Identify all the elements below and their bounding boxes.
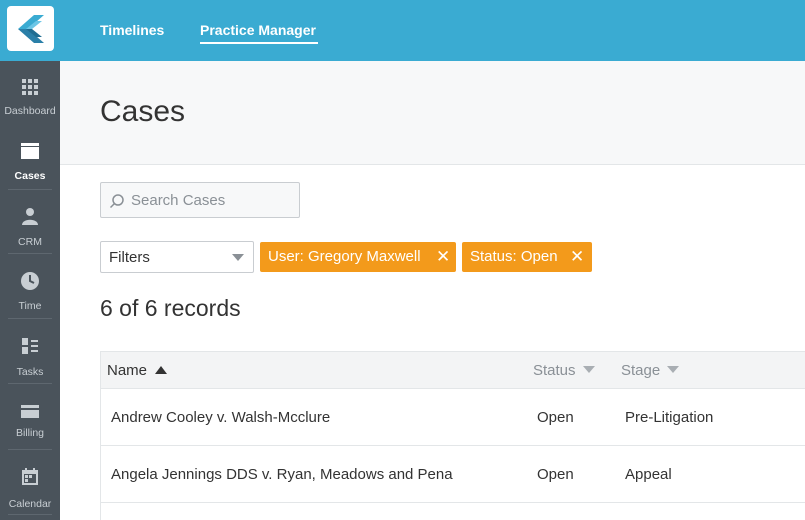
filter-chip-status: Status: Open ✕ [462, 242, 592, 272]
column-header-name[interactable]: Name [107, 362, 168, 379]
case-stage-cell: Appeal [625, 466, 672, 483]
search-input[interactable] [131, 190, 291, 210]
filter-chip-label: User: Gregory Maxwell [268, 248, 421, 265]
table-row[interactable]: Andrew Cooley v. Walsh-Mcclure Open Pre-… [101, 389, 805, 446]
billing-icon [21, 405, 39, 418]
case-stage-cell: Pre-Litigation [625, 409, 714, 426]
grid-icon [22, 79, 38, 95]
tab-practice-manager[interactable]: Practice Manager [200, 22, 316, 38]
folder-icon [21, 143, 39, 159]
case-name-cell[interactable]: Angela Jennings DDS v. Ryan, Meadows and… [111, 466, 453, 483]
sidebar-item-dashboard[interactable]: Dashboard [0, 69, 60, 131]
column-header-label: Name [107, 362, 148, 379]
filter-chip-user: User: Gregory Maxwell ✕ [260, 242, 456, 272]
sidebar-item-label: Time [18, 300, 42, 312]
app-logo[interactable] [7, 6, 54, 51]
column-header-label: Status [533, 362, 576, 379]
filters-select[interactable]: Filters [100, 241, 254, 273]
sort-dropdown-icon [582, 366, 595, 373]
close-icon[interactable]: ✕ [570, 247, 584, 267]
person-icon [22, 208, 38, 225]
sidebar-item-label: CRM [18, 236, 42, 248]
column-header-stage[interactable]: Stage [621, 362, 680, 379]
sidebar-item-time[interactable]: Time [0, 265, 60, 327]
sidebar-item-cases[interactable]: Cases [0, 135, 60, 197]
tab-timelines[interactable]: Timelines [100, 22, 164, 38]
filters-select-label: Filters [109, 249, 150, 266]
case-status-cell: Open [537, 466, 574, 483]
sidebar-item-label: Billing [15, 427, 44, 439]
calendar-icon [22, 468, 38, 485]
sidebar-item-calendar[interactable]: Calendar [0, 461, 60, 520]
filter-chip-label: Status: Open [470, 248, 558, 265]
sidebar-item-crm[interactable]: CRM [0, 200, 60, 262]
case-name-cell[interactable]: Andrew Cooley v. Walsh-Mcclure [111, 409, 330, 426]
sort-ascending-icon [155, 366, 168, 374]
top-navigation-bar: Timelines Practice Manager [0, 0, 805, 61]
table-row[interactable]: Angela Jennings DDS v. Ryan, Meadows and… [101, 446, 805, 503]
records-count: 6 of 6 records [100, 295, 241, 321]
sidebar-item-label: Cases [14, 170, 46, 182]
tasks-icon [22, 338, 38, 354]
active-tab-indicator [200, 42, 318, 44]
table-header: Name Status Stage [101, 352, 805, 389]
search-icon [109, 194, 124, 209]
case-status-cell: Open [537, 409, 574, 426]
sidebar-item-label: Dashboard [4, 105, 56, 117]
table-row[interactable] [101, 503, 805, 520]
filevine-logo-icon [18, 15, 44, 43]
chevron-down-icon [232, 254, 244, 261]
sidebar-item-billing[interactable]: Billing [0, 395, 60, 457]
search-box[interactable] [100, 182, 300, 218]
clock-icon [21, 272, 39, 290]
page-title: Cases [100, 95, 186, 128]
sidebar-item-tasks[interactable]: Tasks [0, 330, 60, 392]
sidebar: Dashboard Cases CRM Time Tasks Billing C… [0, 61, 60, 520]
close-icon[interactable]: ✕ [436, 247, 450, 267]
sidebar-item-label: Tasks [16, 366, 44, 378]
sort-dropdown-icon [667, 366, 680, 373]
cases-table: Name Status Stage Andrew Cooley v. Walsh… [100, 351, 805, 520]
column-header-status[interactable]: Status [533, 362, 595, 379]
column-header-label: Stage [621, 362, 661, 379]
sidebar-item-label: Calendar [8, 498, 52, 510]
